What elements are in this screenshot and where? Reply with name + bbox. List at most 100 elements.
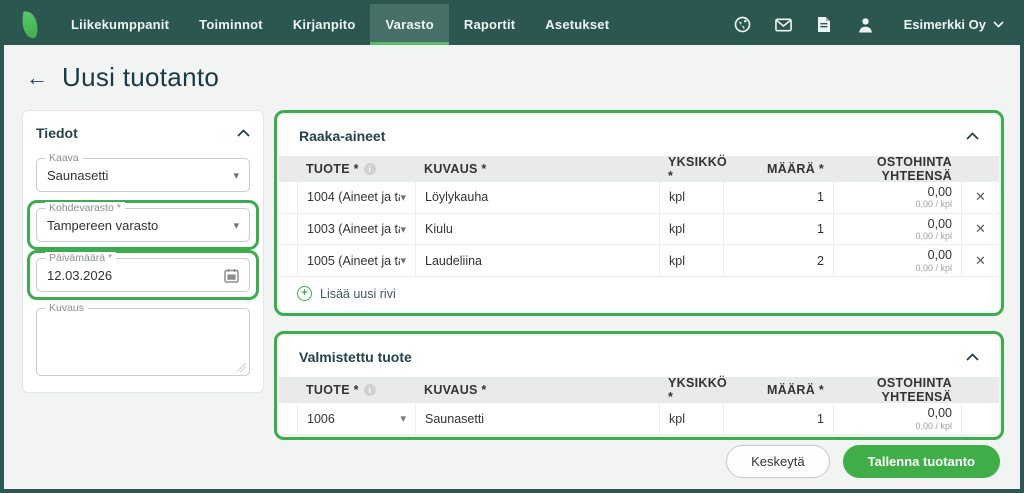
- column-yksikko: YKSIKKÖ *: [659, 376, 723, 404]
- company-menu[interactable]: Esimerkki Oy: [904, 17, 1004, 32]
- valmistettu-title: Valmistettu tuote: [299, 349, 412, 365]
- collapse-chevron-icon[interactable]: [237, 129, 250, 137]
- ostohinta-cell: 0,000,00 / kpl: [833, 403, 961, 434]
- column-maara: MÄÄRÄ *: [723, 383, 833, 397]
- column-tuote: TUOTE *i: [297, 162, 415, 176]
- dropdown-caret-icon: ▾: [400, 223, 406, 236]
- dropdown-caret-icon: ▾: [233, 219, 239, 232]
- collapse-chevron-icon[interactable]: [966, 132, 979, 140]
- add-plus-icon: +: [297, 286, 312, 301]
- kohdevarasto-value: Tampereen varasto: [47, 218, 233, 233]
- ostohinta-cell: 0,000,00 / kpl: [833, 182, 961, 213]
- top-navbar: Liikekumppanit Toiminnot Kirjanpito Vara…: [4, 4, 1020, 45]
- user-icon[interactable]: [857, 16, 874, 33]
- raaka-table-header: TUOTE *i KUVAUS * YKSIKKÖ * MÄÄRÄ * OSTO…: [279, 156, 999, 182]
- dropdown-caret-icon: ▾: [400, 412, 406, 425]
- nav-item-raportit[interactable]: Raportit: [449, 4, 530, 45]
- kuvaus-cell[interactable]: Löylykauha: [415, 182, 659, 213]
- kuvaus-cell[interactable]: Laudeliina: [415, 245, 659, 276]
- footer-actions: Keskeytä Tallenna tuotanto: [726, 445, 1000, 478]
- yksikko-cell: kpl: [659, 403, 723, 434]
- app-window: Liikekumppanit Toiminnot Kirjanpito Vara…: [0, 0, 1024, 493]
- globe-icon[interactable]: [734, 16, 751, 33]
- paivamaara-input[interactable]: Päivämäärä * 12.03.2026: [36, 258, 250, 292]
- tiedot-panel: Tiedot Kaava Saunasetti ▾ Kohdevarasto *…: [22, 110, 264, 393]
- yksikko-cell: kpl: [659, 214, 723, 245]
- page-header: ← Uusi tuotanto: [4, 45, 1020, 106]
- delete-row-icon[interactable]: ✕: [975, 221, 986, 237]
- dropdown-caret-icon: ▾: [400, 254, 406, 267]
- page-title: Uusi tuotanto: [62, 62, 219, 93]
- resize-handle[interactable]: [237, 363, 246, 372]
- raaka-row-1: 1004 (Aineet ja tarvi...▾ Löylykauha kpl…: [279, 182, 999, 214]
- kuvaus-cell[interactable]: Kiulu: [415, 214, 659, 245]
- nav-item-asetukset[interactable]: Asetukset: [530, 4, 624, 45]
- navbar-right: Esimerkki Oy: [734, 4, 1020, 45]
- column-maara: MÄÄRÄ *: [723, 162, 833, 176]
- valmistettu-header: Valmistettu tuote: [279, 336, 999, 377]
- raaka-aineet-header: Raaka-aineet: [279, 115, 999, 156]
- tiedot-panel-header: Tiedot: [36, 125, 250, 141]
- kaava-value: Saunasetti: [47, 168, 233, 183]
- maara-cell[interactable]: 1: [723, 403, 833, 434]
- column-tuote: TUOTE *i: [297, 383, 415, 397]
- kohdevarasto-select[interactable]: Kohdevarasto * Tampereen varasto ▾: [36, 208, 250, 242]
- tuote-select[interactable]: 1003 (Aineet ja tarvi...▾: [297, 214, 415, 245]
- add-row-button[interactable]: + Lisää uusi rivi: [279, 277, 999, 311]
- raaka-aineet-panel: Raaka-aineet TUOTE *i KUVAUS * YKSIKKÖ *…: [279, 115, 999, 311]
- mail-icon[interactable]: [775, 16, 792, 33]
- kuvaus-textarea[interactable]: Kuvaus: [36, 308, 250, 376]
- yksikko-cell: kpl: [659, 245, 723, 276]
- raaka-aineet-highlight: Raaka-aineet TUOTE *i KUVAUS * YKSIKKÖ *…: [274, 110, 1004, 316]
- nav-item-toiminnot[interactable]: Toiminnot: [184, 4, 278, 45]
- maara-cell[interactable]: 2: [723, 245, 833, 276]
- info-icon[interactable]: i: [364, 384, 376, 396]
- tuote-select[interactable]: 1004 (Aineet ja tarvi...▾: [297, 182, 415, 213]
- info-icon[interactable]: i: [364, 163, 376, 175]
- kuvaus-label: Kuvaus: [45, 302, 88, 314]
- app-logo[interactable]: [4, 4, 56, 45]
- document-icon[interactable]: [816, 16, 833, 33]
- delete-row-icon[interactable]: ✕: [975, 253, 986, 269]
- tiedot-title: Tiedot: [36, 125, 78, 141]
- maara-cell[interactable]: 1: [723, 214, 833, 245]
- cancel-button[interactable]: Keskeytä: [726, 445, 829, 478]
- ostohinta-cell: 0,000,00 / kpl: [833, 245, 961, 276]
- add-row-label: Lisää uusi rivi: [320, 287, 396, 301]
- yksikko-cell: kpl: [659, 182, 723, 213]
- calendar-icon[interactable]: [224, 268, 239, 283]
- valmistettu-highlight: Valmistettu tuote TUOTE *i KUVAUS * YKSI…: [274, 331, 1004, 440]
- collapse-chevron-icon[interactable]: [966, 353, 979, 361]
- kaava-label: Kaava: [45, 152, 83, 164]
- dropdown-caret-icon: ▾: [400, 191, 406, 204]
- column-kuvaus: KUVAUS *: [415, 383, 659, 397]
- kaava-select[interactable]: Kaava Saunasetti ▾: [36, 158, 250, 192]
- save-production-button[interactable]: Tallenna tuotanto: [843, 445, 1000, 478]
- leaf-logo-icon: [21, 11, 40, 39]
- column-yksikko: YKSIKKÖ *: [659, 155, 723, 183]
- tuote-select[interactable]: 1005 (Aineet ja tarvi...▾: [297, 245, 415, 276]
- kohdevarasto-highlight: Kohdevarasto * Tampereen varasto ▾: [27, 200, 259, 250]
- nav-item-kirjanpito[interactable]: Kirjanpito: [278, 4, 371, 45]
- maara-cell[interactable]: 1: [723, 182, 833, 213]
- tuote-select[interactable]: 1006▾: [297, 403, 415, 434]
- paivamaara-highlight: Päivämäärä * 12.03.2026: [27, 250, 259, 300]
- chevron-down-icon: [993, 21, 1004, 28]
- dropdown-caret-icon: ▾: [233, 169, 239, 182]
- nav-item-liikekumppanit[interactable]: Liikekumppanit: [56, 4, 184, 45]
- delete-row-icon[interactable]: ✕: [975, 189, 986, 205]
- paivamaara-value: 12.03.2026: [47, 268, 224, 283]
- nav-item-varasto[interactable]: Varasto: [370, 4, 448, 45]
- paivamaara-label: Päivämäärä *: [45, 252, 116, 264]
- kuvaus-cell[interactable]: Saunasetti: [415, 403, 659, 434]
- ostohinta-cell: 0,000,00 / kpl: [833, 214, 961, 245]
- valmistettu-table-header: TUOTE *i KUVAUS * YKSIKKÖ * MÄÄRÄ * OSTO…: [279, 377, 999, 403]
- kohdevarasto-label: Kohdevarasto *: [45, 202, 125, 214]
- raaka-row-2: 1003 (Aineet ja tarvi...▾ Kiulu kpl 1 0,…: [279, 214, 999, 246]
- column-ostohinta: OSTOHINTA YHTEENSÄ: [833, 155, 961, 183]
- column-kuvaus: KUVAUS *: [415, 162, 659, 176]
- back-arrow-icon[interactable]: ←: [26, 67, 48, 89]
- main-layout: Tiedot Kaava Saunasetti ▾ Kohdevarasto *…: [4, 106, 1020, 440]
- column-ostohinta: OSTOHINTA YHTEENSÄ: [833, 376, 961, 404]
- valmistettu-panel: Valmistettu tuote TUOTE *i KUVAUS * YKSI…: [279, 336, 999, 435]
